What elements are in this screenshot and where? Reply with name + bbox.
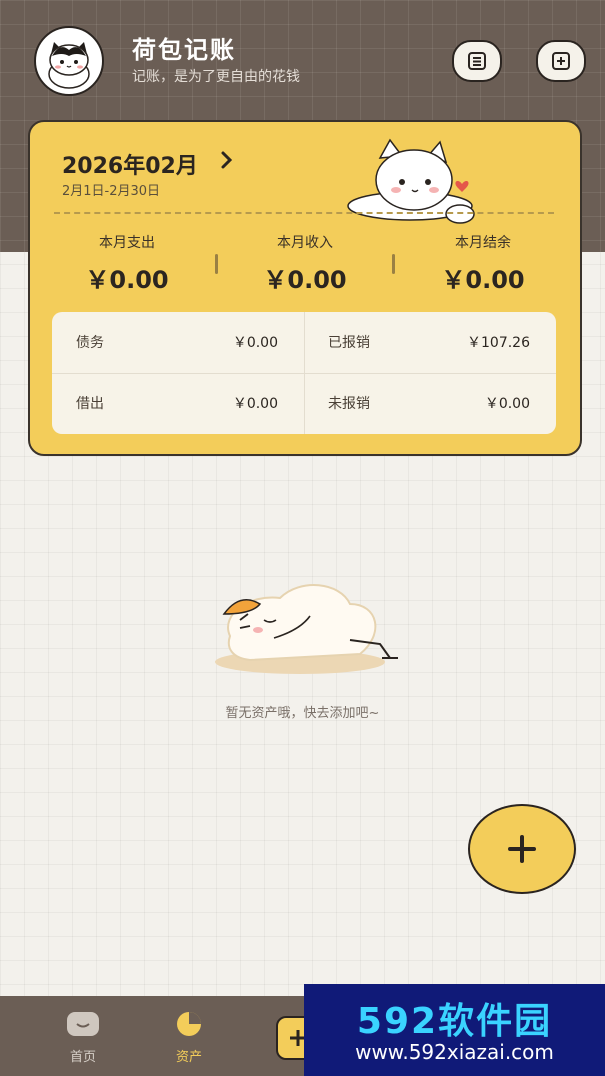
stat-separator [392, 254, 395, 274]
item-label: 已报销 [328, 335, 370, 351]
stat-value: ￥0.00 [263, 266, 347, 294]
stat-label: 本月收入 [277, 235, 333, 251]
divider [54, 212, 554, 214]
item-unreimbursed[interactable]: 未报销 ￥0.00 [304, 373, 556, 434]
cat-avatar-icon [48, 42, 90, 89]
item-value: ￥0.00 [484, 396, 530, 412]
list-icon [468, 52, 486, 70]
nav-label: 资产 [175, 1050, 202, 1065]
item-label: 借出 [76, 396, 104, 412]
stat-expense: 本月支出 ￥0.00 [52, 232, 202, 295]
monthly-summary-card: 2026年02月 2月1日-2月30日 本月支出 ￥0.00 本月收入 ￥0.0… [28, 120, 582, 456]
list-button[interactable] [452, 40, 502, 82]
stat-balance: 本月结余 ￥0.00 [408, 232, 558, 295]
nav-label: 首页 [69, 1050, 96, 1065]
item-debt[interactable]: 债务 ￥0.00 [52, 312, 304, 373]
pie-chart-icon [177, 1012, 201, 1036]
app-subtitle: 记账，是为了更自由的花钱 [132, 69, 300, 85]
add-asset-button[interactable] [468, 804, 576, 894]
stat-separator [215, 254, 218, 274]
debt-reimburse-panel: 债务 ￥0.00 已报销 ￥107.26 借出 ￥0.00 未报销 ￥0.00 [52, 312, 556, 434]
add-box-button[interactable] [536, 40, 586, 82]
plus-icon [508, 835, 536, 863]
empty-state-text: 暂无资产哦，快去添加吧~ [225, 706, 380, 721]
avatar[interactable] [34, 26, 104, 96]
stat-income: 本月收入 ￥0.00 [230, 232, 380, 295]
item-value: ￥107.26 [467, 335, 530, 351]
item-value: ￥0.00 [232, 335, 278, 351]
item-label: 债务 [76, 335, 104, 351]
month-selector[interactable]: 2026年02月 [62, 148, 198, 180]
stat-value: ￥0.00 [441, 266, 525, 294]
nav-item-home[interactable]: 首页 [48, 1010, 118, 1065]
stat-label: 本月支出 [99, 235, 155, 251]
stat-label: 本月结余 [455, 235, 511, 251]
item-reimbursed[interactable]: 已报销 ￥107.26 [304, 312, 556, 373]
empty-state-illustration [215, 584, 398, 674]
item-label: 未报销 [328, 396, 370, 412]
watermark: 592软件园 www.592xiazai.com [304, 984, 605, 1076]
period-range: 2月1日-2月30日 [62, 184, 161, 199]
watermark-url: www.592xiazai.com [355, 1040, 554, 1064]
nav-item-assets[interactable]: 资产 [154, 1010, 224, 1065]
chevron-right-icon[interactable] [220, 150, 234, 170]
app-title: 荷包记账 [132, 36, 236, 64]
item-lent[interactable]: 借出 ￥0.00 [52, 373, 304, 434]
item-value: ￥0.00 [232, 396, 278, 412]
stat-value: ￥0.00 [85, 266, 169, 294]
home-icon [67, 1012, 99, 1036]
watermark-brand: 592软件园 [356, 1001, 553, 1042]
add-box-icon [552, 52, 570, 70]
